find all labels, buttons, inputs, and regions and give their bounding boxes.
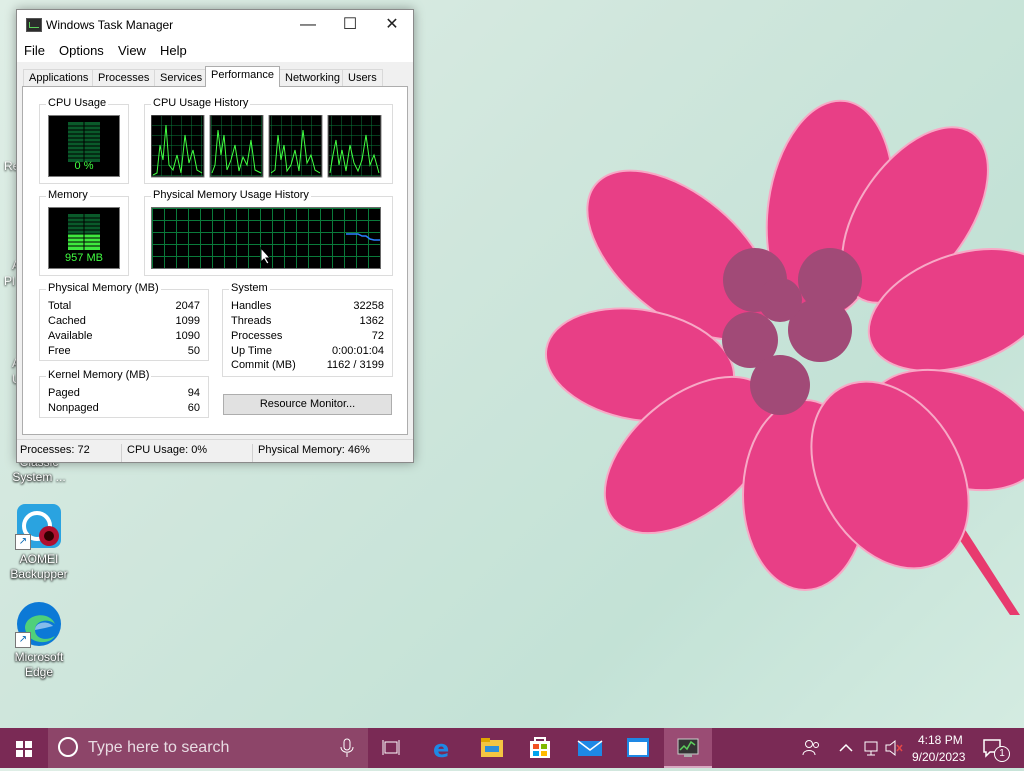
physical-memory-group: Physical Memory (MB) Total 2047 Cached 109… — [39, 282, 209, 361]
search-placeholder: Type here to search — [88, 739, 230, 756]
stat-row: Threads 1362 — [231, 315, 384, 327]
desktop-icon-label: Microsoft Edge — [14, 650, 64, 679]
menu-view[interactable]: View — [118, 43, 146, 58]
tab-networking[interactable]: Networking — [279, 69, 347, 86]
taskbar-mail[interactable] — [570, 728, 610, 768]
volume-muted-icon[interactable] — [884, 739, 904, 757]
stat-row: Free 50 — [48, 345, 200, 357]
taskbar: Type here to search e 4:18 PM 9/20/2023 … — [0, 728, 1024, 768]
stat-row: Up Time 0:00:01:04 — [231, 345, 384, 357]
menu-file[interactable]: File — [24, 43, 45, 58]
search-icon — [58, 737, 78, 757]
taskbar-store[interactable] — [520, 728, 560, 768]
clock-date[interactable]: 9/20/2023 — [912, 750, 965, 764]
task-view-button[interactable] — [372, 728, 412, 768]
cpu-usage-label: CPU Usage — [46, 97, 109, 109]
mouse-cursor-icon — [260, 247, 272, 265]
system-group: System Handles 32258 Threads 1362 Processe… — [222, 282, 393, 377]
cpu-usage-value: 0 % — [74, 160, 94, 172]
memory-value: 957 MB — [65, 252, 103, 264]
app-window-icon — [627, 738, 649, 757]
menu-options[interactable]: Options — [59, 43, 104, 58]
action-center-button[interactable]: 1 — [980, 736, 1010, 762]
cpu-history-label: CPU Usage History — [151, 97, 251, 109]
status-bar: Processes: 72 CPU Usage: 0% Physical Mem… — [17, 439, 413, 462]
memory-label: Memory — [46, 189, 90, 201]
edge-legacy-icon: e — [433, 735, 449, 763]
shortcut-arrow-icon: ↗ — [15, 632, 31, 648]
close-button[interactable]: ✕ — [371, 10, 413, 40]
taskbar-task-manager[interactable] — [664, 728, 712, 768]
task-view-icon — [382, 740, 400, 755]
system-label: System — [229, 282, 270, 294]
tab-performance[interactable]: Performance — [205, 66, 280, 87]
cpu-history-graphs — [151, 115, 382, 178]
memory-group: Memory 957 MB — [39, 189, 129, 276]
cpu-usage-gauge: 0 % — [48, 115, 120, 177]
desktop-icon-aomei-backupper[interactable]: ↗ AOMEI Backupper — [3, 502, 75, 582]
window-title: Windows Task Manager — [46, 18, 174, 32]
folder-icon — [481, 738, 503, 757]
taskbar-file-explorer[interactable] — [472, 728, 512, 768]
stat-row: Cached 1099 — [48, 315, 200, 327]
status-cpu: CPU Usage: 0% — [127, 444, 208, 456]
svg-text:e: e — [433, 735, 449, 763]
resource-monitor-button[interactable]: Resource Monitor... — [223, 394, 392, 415]
status-processes: Processes: 72 — [20, 444, 90, 456]
network-icon[interactable] — [862, 739, 880, 757]
kernel-memory-label: Kernel Memory (MB) — [46, 369, 152, 381]
edge-icon: ↗ — [15, 600, 63, 648]
stat-row: Handles 32258 — [231, 300, 384, 312]
desktop-icon-microsoft-edge[interactable]: ↗ Microsoft Edge — [3, 600, 75, 680]
minimize-button[interactable]: — — [287, 10, 329, 40]
desktop-partial-label: Pl — [4, 274, 15, 288]
tab-users[interactable]: Users — [342, 69, 383, 86]
search-box[interactable]: Type here to search — [48, 728, 368, 768]
people-icon[interactable] — [801, 738, 821, 758]
stat-row: Available 1090 — [48, 330, 200, 342]
cpu-history-group: CPU Usage History — [144, 97, 393, 184]
task-manager-window: Windows Task Manager — ☐ ✕ File Options … — [16, 9, 414, 463]
aomei-backupper-icon: ↗ — [15, 502, 63, 550]
store-icon — [530, 737, 550, 758]
stat-row: Paged 94 — [48, 387, 200, 399]
stat-row: Total 2047 — [48, 300, 200, 312]
menu-help[interactable]: Help — [160, 43, 187, 58]
tab-processes[interactable]: Processes — [92, 69, 156, 86]
memory-history-label: Physical Memory Usage History — [151, 189, 311, 201]
stat-row: Processes 72 — [231, 330, 384, 342]
maximize-button[interactable]: ☐ — [329, 10, 371, 40]
kernel-memory-group: Kernel Memory (MB) Paged 94 Nonpaged 60 — [39, 369, 209, 418]
microphone-icon[interactable] — [340, 738, 354, 758]
task-manager-icon — [26, 18, 42, 32]
stat-row: Commit (MB) 1162 / 3199 — [231, 359, 384, 371]
clock-time[interactable]: 4:18 PM — [918, 733, 963, 747]
menu-bar: File Options View Help — [17, 40, 413, 62]
tab-services[interactable]: Services — [154, 69, 209, 86]
notification-badge: 1 — [994, 746, 1010, 762]
shortcut-arrow-icon: ↗ — [15, 534, 31, 550]
task-manager-icon — [677, 738, 699, 757]
desktop-icon-label: AOMEI Backupper — [10, 552, 68, 581]
physical-memory-label: Physical Memory (MB) — [46, 282, 161, 294]
tab-applications[interactable]: Applications — [23, 69, 95, 86]
mail-icon — [577, 740, 603, 756]
taskbar-edge[interactable]: e — [423, 728, 463, 768]
status-memory: Physical Memory: 46% — [258, 444, 370, 456]
memory-gauge: 957 MB — [48, 207, 120, 269]
title-bar[interactable]: Windows Task Manager — ☐ ✕ — [17, 10, 413, 40]
windows-logo-icon — [16, 741, 32, 757]
stat-row: Nonpaged 60 — [48, 402, 200, 414]
chevron-up-icon[interactable] — [838, 740, 854, 756]
cpu-usage-group: CPU Usage 0 % — [39, 97, 129, 184]
wallpaper-flower — [544, 99, 1024, 615]
taskbar-app-window[interactable] — [618, 728, 658, 768]
performance-panel: CPU Usage 0 % CPU Usage History Memory 9… — [22, 86, 408, 435]
start-button[interactable] — [0, 728, 48, 768]
